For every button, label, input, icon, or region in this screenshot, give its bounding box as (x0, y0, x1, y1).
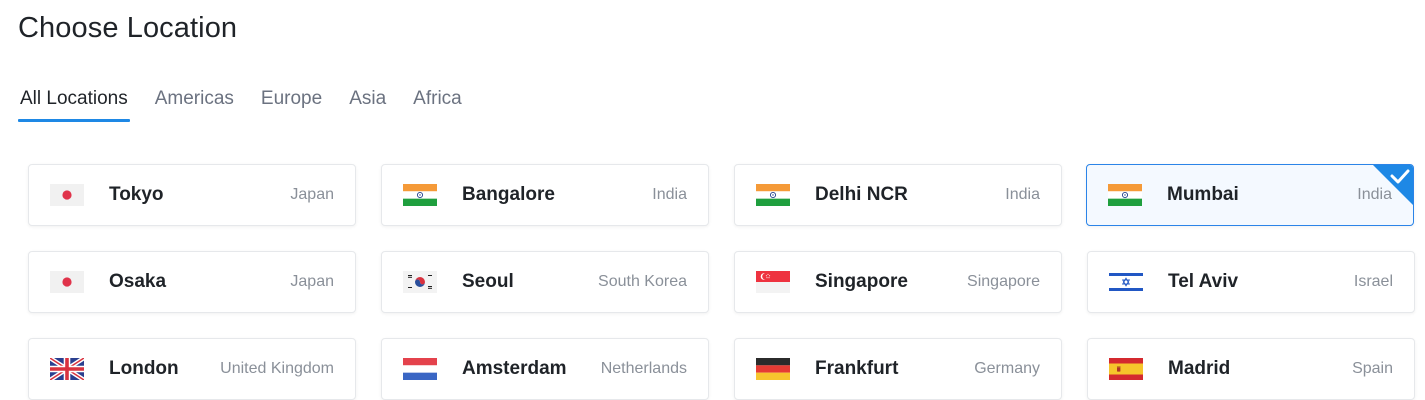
country-name: Germany (974, 360, 1040, 377)
location-card-tel-aviv[interactable]: Tel Aviv Israel (1087, 251, 1415, 313)
location-card-singapore[interactable]: Singapore Singapore (734, 251, 1062, 313)
location-card-osaka[interactable]: Osaka Japan (28, 251, 356, 313)
country-name: India (1005, 186, 1040, 203)
city-name: Osaka (109, 271, 167, 292)
south-korea-flag-icon (403, 271, 437, 293)
country-name: South Korea (598, 273, 687, 290)
japan-flag-icon (50, 184, 84, 206)
country-name: Netherlands (600, 360, 687, 377)
netherlands-flag-icon (403, 358, 437, 380)
location-card-delhi-ncr[interactable]: Delhi NCR India (734, 164, 1062, 226)
location-card-amsterdam[interactable]: Amsterdam Netherlands (381, 338, 709, 400)
location-card-seoul[interactable]: Seoul South Korea (381, 251, 709, 313)
checkmark-icon (1373, 165, 1413, 205)
city-name: Seoul (462, 271, 514, 292)
city-name: Madrid (1168, 358, 1231, 379)
city-name: Mumbai (1167, 184, 1239, 205)
location-card-bangalore[interactable]: Bangalore India (381, 164, 709, 226)
location-card-madrid[interactable]: Madrid Spain (1087, 338, 1415, 400)
spain-flag-icon (1109, 358, 1143, 380)
location-card-london[interactable]: London United Kingdom (28, 338, 356, 400)
uk-flag-icon (50, 358, 84, 380)
country-name: Japan (290, 273, 334, 290)
germany-flag-icon (756, 358, 790, 380)
india-flag-icon (403, 184, 437, 206)
india-flag-icon (756, 184, 790, 206)
country-name: Israel (1353, 273, 1393, 290)
city-name: Amsterdam (462, 358, 567, 379)
country-name: Spain (1352, 360, 1393, 377)
city-name: Delhi NCR (815, 184, 908, 205)
city-name: Singapore (815, 271, 908, 292)
country-name: Singapore (967, 273, 1040, 290)
location-card-frankfurt[interactable]: Frankfurt Germany (734, 338, 1062, 400)
location-card-tokyo[interactable]: Tokyo Japan (28, 164, 356, 226)
japan-flag-icon (50, 271, 84, 293)
city-name: Frankfurt (815, 358, 899, 379)
city-name: Tokyo (109, 184, 164, 205)
location-card-mumbai[interactable]: Mumbai India (1086, 164, 1414, 226)
city-name: Bangalore (462, 184, 555, 205)
israel-flag-icon (1109, 271, 1143, 293)
india-flag-icon (1108, 184, 1142, 206)
country-name: United Kingdom (220, 360, 334, 377)
country-name: Japan (290, 186, 334, 203)
location-grid: Tokyo Japan Bangalore India Delhi NCR India Mu… (0, 0, 1425, 400)
country-name: India (652, 186, 687, 203)
singapore-flag-icon (756, 271, 790, 293)
city-name: Tel Aviv (1168, 271, 1239, 292)
city-name: London (109, 358, 179, 379)
